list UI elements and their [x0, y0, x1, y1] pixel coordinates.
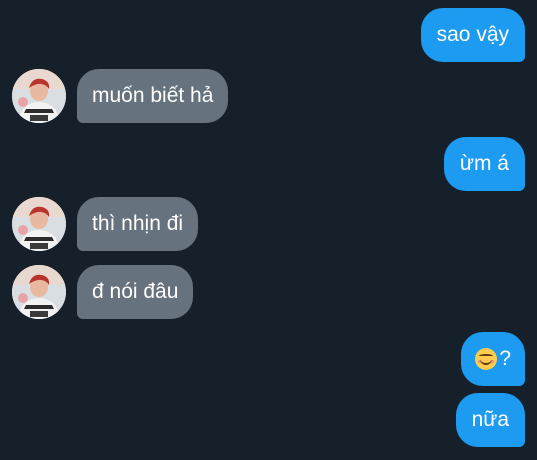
message-bubble-outgoing[interactable]: sao vậy — [420, 8, 525, 62]
message-text: đ nói đâu — [92, 280, 179, 303]
smiling-face-emoji-icon — [475, 348, 498, 370]
message-text: ừm á — [459, 152, 509, 175]
avatar[interactable] — [12, 69, 66, 123]
message-text: sao vậy — [436, 23, 509, 46]
message-bubble-incoming[interactable]: đ nói đâu — [77, 265, 194, 319]
message-bubble-outgoing[interactable]: ? — [461, 332, 525, 386]
avatar[interactable] — [12, 265, 66, 319]
message-bubble-incoming[interactable]: thì nhịn đi — [77, 197, 199, 251]
message-text: thì nhịn đi — [92, 212, 184, 235]
avatar-image — [12, 265, 66, 319]
avatar-image — [12, 69, 66, 123]
chat-conversation: sao vậy muốn biết hả ừm á thì nhịn đi đ … — [0, 0, 537, 460]
message-text: nữa — [471, 408, 509, 431]
message-bubble-incoming[interactable]: muốn biết hả — [77, 69, 229, 123]
message-text: ? — [499, 347, 511, 370]
message-bubble-outgoing[interactable]: nữa — [455, 393, 525, 447]
avatar[interactable] — [12, 197, 66, 251]
message-text: muốn biết hả — [92, 84, 214, 107]
avatar-image — [12, 197, 66, 251]
message-bubble-outgoing[interactable]: ừm á — [443, 137, 525, 191]
